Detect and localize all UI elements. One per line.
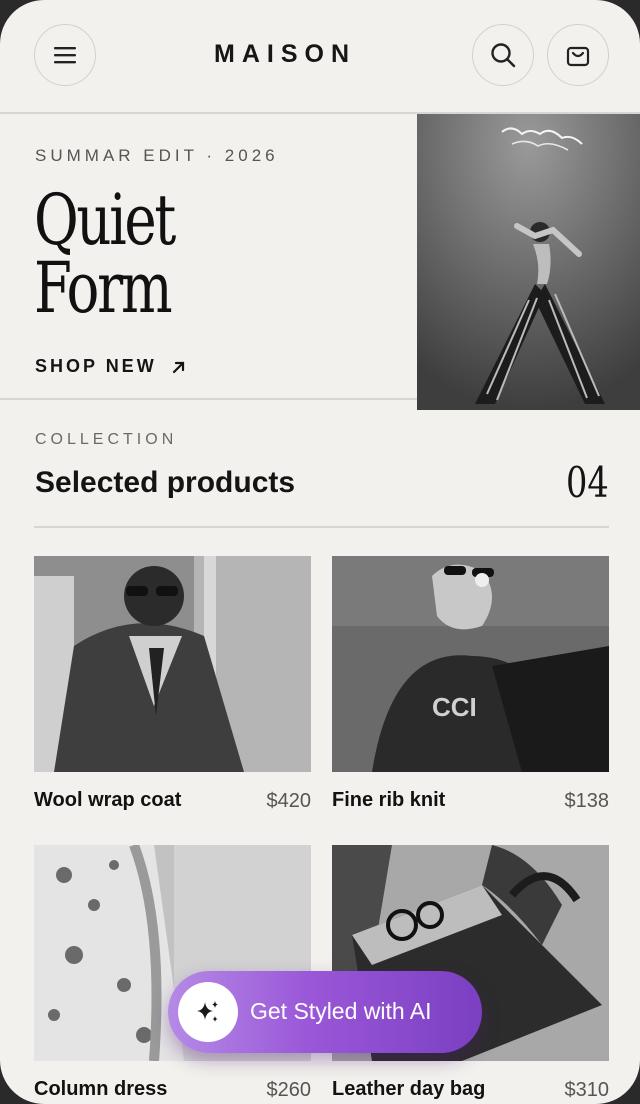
product-name[interactable]: Leather day bag bbox=[332, 1078, 485, 1101]
product-image[interactable] bbox=[34, 556, 311, 772]
product-price: $138 bbox=[564, 790, 610, 812]
arrow-up-right-icon bbox=[172, 361, 184, 373]
get-styled-ai-button[interactable]: Get Styled with AI bbox=[168, 971, 482, 1053]
menu-button[interactable] bbox=[34, 24, 96, 86]
product-name[interactable]: Column dress bbox=[34, 1078, 167, 1101]
shop-new-label: SHOP NEW bbox=[35, 356, 157, 376]
search-icon bbox=[491, 43, 516, 68]
shopping-bag-icon bbox=[566, 46, 590, 67]
hamburger-menu-icon bbox=[54, 47, 76, 64]
product-count: 04 bbox=[566, 458, 609, 507]
product-price: $260 bbox=[266, 1079, 312, 1101]
collection-eyebrow: COLLECTION bbox=[35, 431, 178, 448]
hero-title-line-2: Form bbox=[34, 247, 173, 329]
hero-title-line-1: Quiet bbox=[34, 179, 176, 261]
hero-photo[interactable] bbox=[417, 114, 640, 410]
brand-logo[interactable]: MAISON bbox=[160, 40, 410, 69]
product-price: $420 bbox=[266, 790, 312, 812]
sparkle-icon bbox=[197, 1001, 218, 1022]
search-button[interactable] bbox=[472, 24, 534, 86]
product-image[interactable]: CCI bbox=[332, 556, 609, 772]
section-title: Selected products bbox=[35, 466, 296, 499]
app-screen: MAISON SUMMAR EDIT · 2026 Quiet Form SHO… bbox=[0, 0, 640, 1104]
product-name[interactable]: Fine rib knit bbox=[332, 789, 445, 812]
top-bar: MAISON bbox=[0, 0, 640, 112]
ai-icon-circle bbox=[178, 982, 238, 1042]
shop-new-link[interactable]: SHOP NEW bbox=[35, 356, 187, 377]
product-name[interactable]: Wool wrap coat bbox=[34, 789, 181, 812]
hero-divider bbox=[0, 398, 417, 400]
svg-text:CCI: CCI bbox=[432, 692, 477, 722]
hero-eyebrow: SUMMAR EDIT · 2026 bbox=[35, 146, 279, 165]
section-divider bbox=[34, 526, 609, 528]
ai-button-label: Get Styled with AI bbox=[250, 998, 432, 1024]
cart-button[interactable] bbox=[547, 24, 609, 86]
product-price: $310 bbox=[564, 1079, 610, 1101]
hero-title: Quiet Form bbox=[34, 179, 315, 329]
